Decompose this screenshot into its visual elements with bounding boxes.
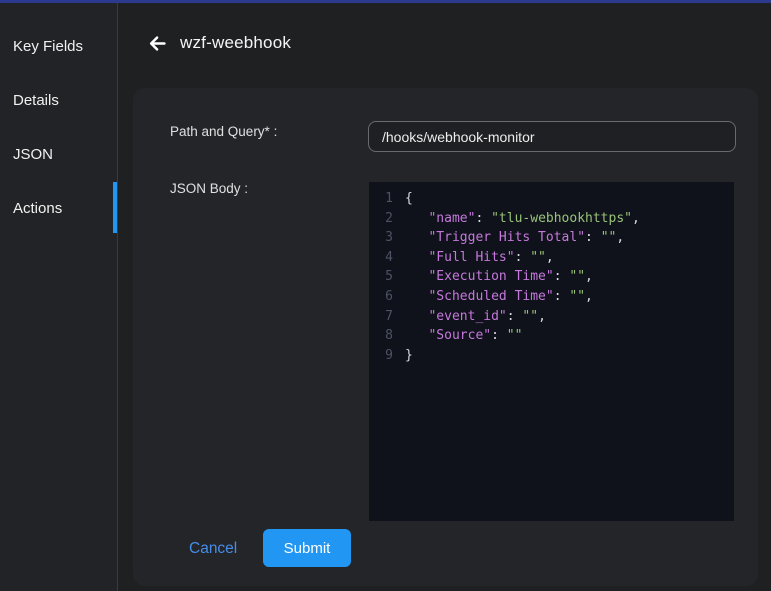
code-line: 4 "Full Hits": "", (369, 248, 734, 268)
code-content: "Source": "" (405, 326, 522, 346)
path-and-query-input[interactable] (368, 121, 736, 152)
form-card: Path and Query* : JSON Body : 1{2 "name"… (133, 88, 758, 586)
main-content: wzf-weebhook Path and Query* : JSON Body… (118, 3, 771, 591)
code-line: 8 "Source": "" (369, 326, 734, 346)
sidebar-item-json[interactable]: JSON (0, 127, 117, 181)
code-line: 3 "Trigger Hits Total": "", (369, 228, 734, 248)
sidebar-item-actions[interactable]: Actions (0, 181, 117, 235)
json-editor-lines: 1{2 "name": "tlu-webhookhttps",3 "Trigge… (369, 189, 734, 365)
line-number: 9 (369, 346, 393, 366)
code-line: 2 "name": "tlu-webhookhttps", (369, 209, 734, 229)
line-number: 7 (369, 307, 393, 327)
sidebar-item-label: Details (13, 92, 59, 109)
code-line: 1{ (369, 189, 734, 209)
code-content: "Scheduled Time": "", (405, 287, 593, 307)
sidebar-item-label: Key Fields (13, 38, 83, 55)
line-number: 6 (369, 287, 393, 307)
code-line: 7 "event_id": "", (369, 307, 734, 327)
code-line: 6 "Scheduled Time": "", (369, 287, 734, 307)
code-content: { (405, 189, 413, 209)
page-title: wzf-weebhook (180, 33, 291, 53)
line-number: 1 (369, 189, 393, 209)
sidebar-item-key-fields[interactable]: Key Fields (0, 19, 117, 73)
line-number: 3 (369, 228, 393, 248)
code-line: 9} (369, 346, 734, 366)
code-content: "Full Hits": "", (405, 248, 554, 268)
sidebar: Key Fields Details JSON Actions (0, 3, 118, 591)
code-content: "Trigger Hits Total": "", (405, 228, 624, 248)
cancel-button[interactable]: Cancel (183, 538, 243, 560)
json-body-label: JSON Body : (170, 181, 248, 196)
code-content: } (405, 346, 413, 366)
line-number: 2 (369, 209, 393, 229)
submit-button[interactable]: Submit (263, 529, 351, 567)
code-content: "name": "tlu-webhookhttps", (405, 209, 640, 229)
code-content: "event_id": "", (405, 307, 546, 327)
sidebar-item-label: JSON (13, 146, 53, 163)
arrow-left-icon (148, 34, 167, 56)
sidebar-item-details[interactable]: Details (0, 73, 117, 127)
path-and-query-label: Path and Query* : (170, 124, 277, 139)
back-button[interactable] (146, 34, 168, 56)
sidebar-item-label: Actions (13, 200, 62, 217)
line-number: 5 (369, 267, 393, 287)
json-editor[interactable]: 1{2 "name": "tlu-webhookhttps",3 "Trigge… (369, 182, 734, 521)
code-content: "Execution Time": "", (405, 267, 593, 287)
line-number: 4 (369, 248, 393, 268)
code-line: 5 "Execution Time": "", (369, 267, 734, 287)
line-number: 8 (369, 326, 393, 346)
